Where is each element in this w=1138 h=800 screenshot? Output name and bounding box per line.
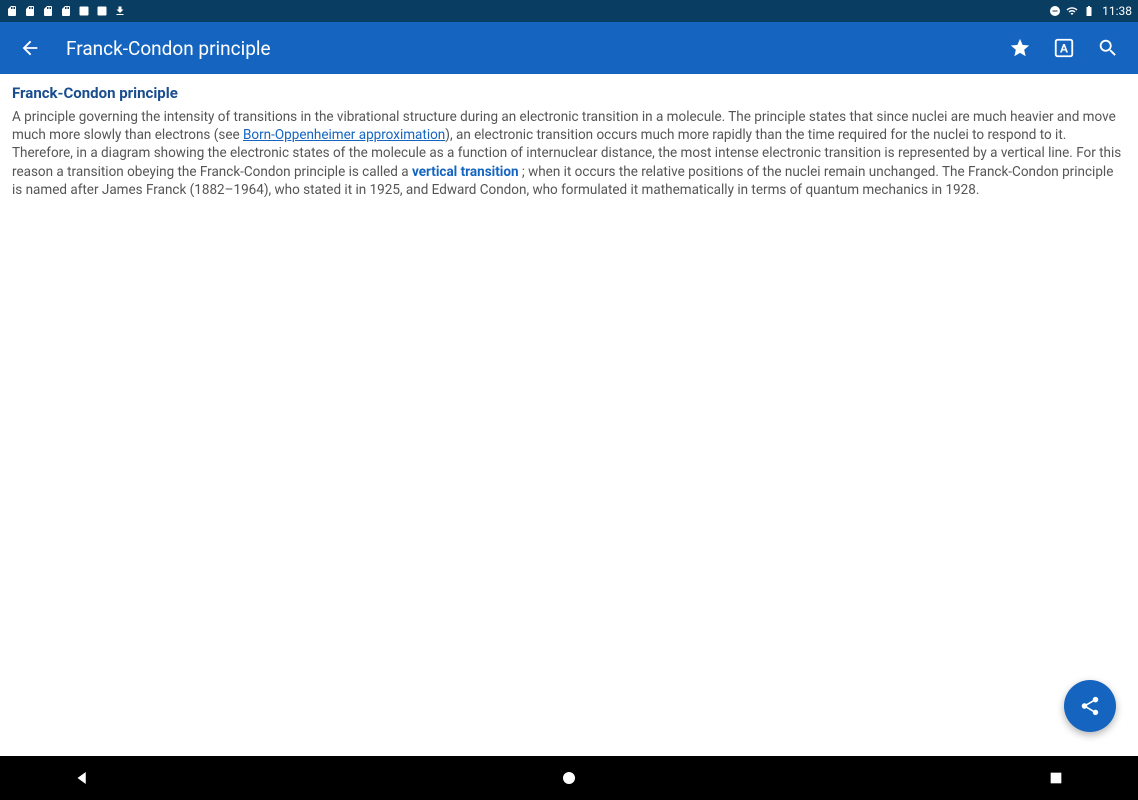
sd-card-icon [6, 5, 18, 17]
font-button[interactable]: A [1050, 34, 1078, 62]
status-left [6, 5, 126, 17]
search-icon [1097, 37, 1119, 59]
status-right: 11:38 [1049, 4, 1132, 18]
share-icon [1079, 695, 1101, 717]
sd-card-icon [42, 5, 54, 17]
entry-title: Franck-Condon principle [12, 84, 1126, 102]
app-icon [96, 5, 108, 17]
wifi-icon [1066, 5, 1078, 17]
font-icon: A [1053, 37, 1075, 59]
status-bar: 11:38 [0, 0, 1138, 22]
nav-back-button[interactable] [70, 766, 94, 790]
entry-body: A principle governing the intensity of t… [12, 108, 1126, 199]
dnd-icon [1049, 5, 1061, 17]
app-bar-title: Franck-Condon principle [66, 37, 1006, 60]
nav-home-button[interactable] [557, 766, 581, 790]
sd-card-icon [24, 5, 36, 17]
nav-recent-button[interactable] [1044, 766, 1068, 790]
arrow-back-icon [19, 37, 41, 59]
search-button[interactable] [1094, 34, 1122, 62]
svg-text:A: A [1060, 42, 1068, 56]
sd-card-icon [60, 5, 72, 17]
triangle-back-icon [73, 769, 91, 787]
navigation-bar [0, 756, 1138, 800]
star-icon [1009, 37, 1031, 59]
app-bar: Franck-Condon principle A [0, 22, 1138, 74]
download-icon [114, 5, 126, 17]
article-content: Franck-Condon principle A principle gove… [0, 74, 1138, 756]
share-fab[interactable] [1064, 680, 1116, 732]
favorite-button[interactable] [1006, 34, 1034, 62]
app-icon [78, 5, 90, 17]
battery-icon [1083, 5, 1095, 17]
square-recent-icon [1048, 770, 1064, 786]
back-button[interactable] [12, 30, 48, 66]
status-time: 11:38 [1102, 4, 1132, 18]
app-bar-actions: A [1006, 34, 1122, 62]
circle-home-icon [560, 769, 578, 787]
link-vertical-transition[interactable]: vertical transition [412, 164, 519, 180]
link-born-oppenheimer[interactable]: Born-Oppenheimer approximation [243, 127, 445, 143]
